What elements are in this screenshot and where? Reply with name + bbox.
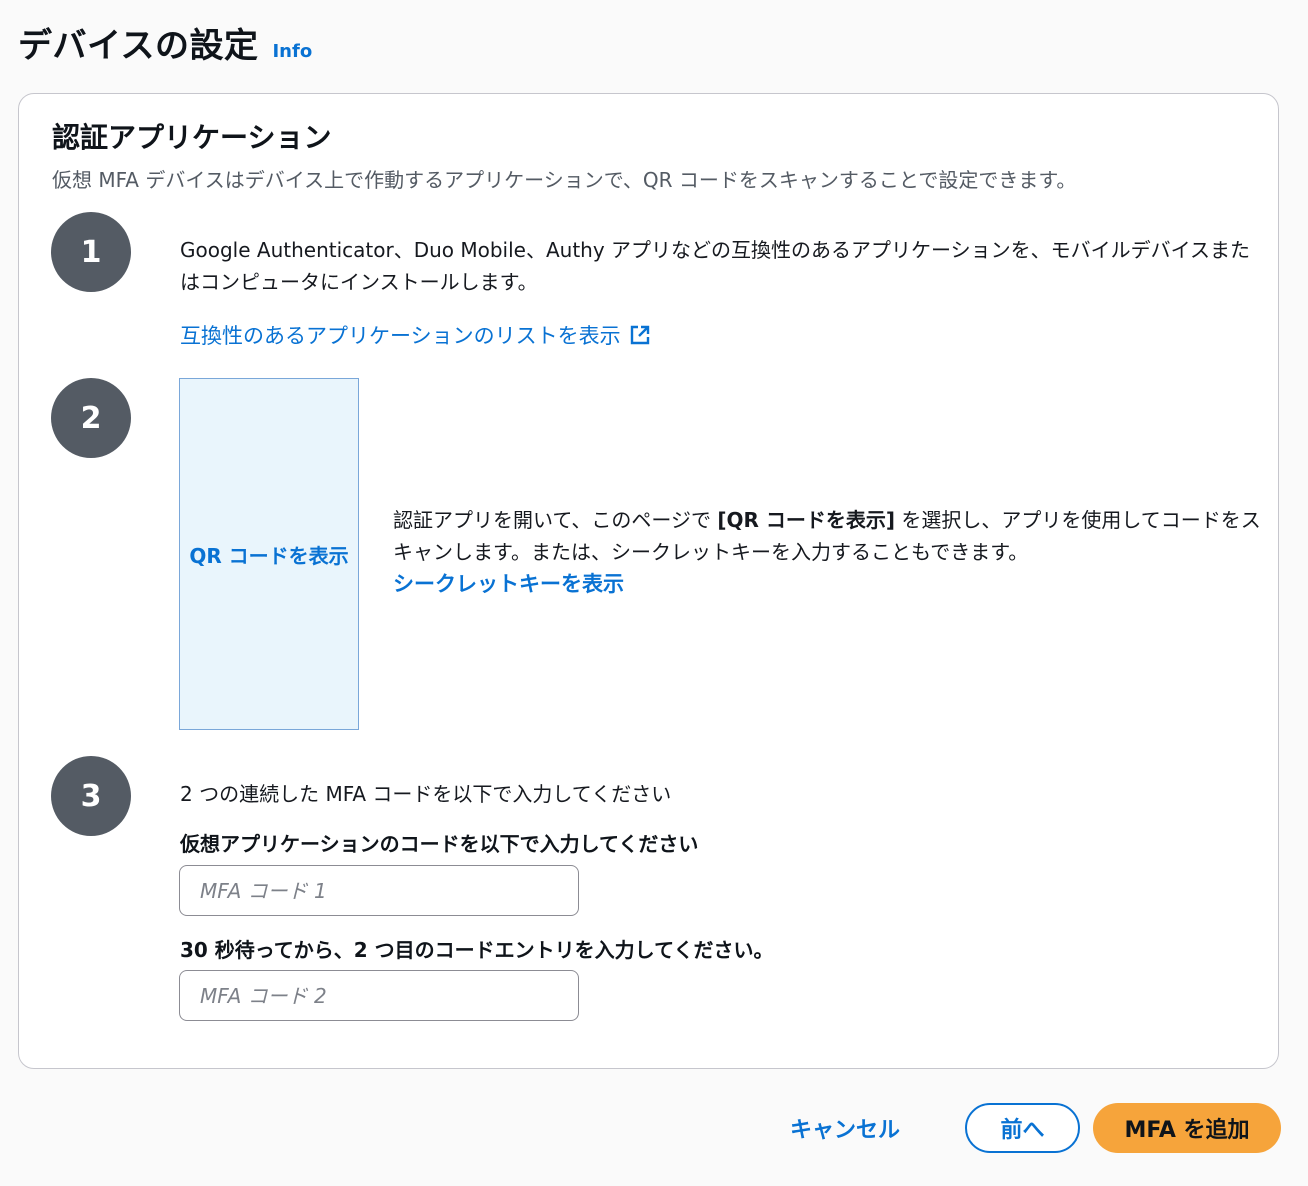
show-qr-code-button[interactable]: QR コードを表示 <box>179 378 359 730</box>
step-2-text-before: 認証アプリを開いて、このページで <box>393 508 718 532</box>
step-3-badge: 3 <box>51 756 131 836</box>
info-link[interactable]: Info <box>272 41 312 62</box>
step-1-badge: 1 <box>51 212 131 292</box>
show-qr-code-label: QR コードを表示 <box>189 543 349 568</box>
add-mfa-button[interactable]: MFA を追加 <box>1093 1103 1281 1153</box>
step-1-text: Google Authenticator、Duo Mobile、Authy アプ… <box>180 238 1251 294</box>
card-title: 認証アプリケーション <box>52 121 332 154</box>
mfa-code-2-label: 30 秒待ってから、2 つ目のコードエントリを入力してください。 <box>180 938 774 962</box>
mfa-code-2-input[interactable] <box>179 970 579 1021</box>
card-description: 仮想 MFA デバイスはデバイス上で作動するアプリケーションで、QR コードをス… <box>52 168 1077 192</box>
mfa-code-1-input[interactable] <box>179 865 579 916</box>
external-link-icon <box>630 325 649 345</box>
step-2-text-bold: [QR コードを表示] <box>717 508 896 532</box>
step-2-badge: 2 <box>51 378 131 458</box>
show-secret-key-link[interactable]: シークレットキーを表示 <box>393 568 624 598</box>
authenticator-app-card: 認証アプリケーション 仮想 MFA デバイスはデバイス上で作動するアプリケーショ… <box>18 93 1279 1069</box>
page-title: デバイスの設定 <box>18 26 259 66</box>
compatible-apps-link-label: 互換性のあるアプリケーションのリストを表示 <box>180 324 621 348</box>
step-2-text: 認証アプリを開いて、このページで [QR コードを表示] を選択し、アプリを使用… <box>393 504 1263 568</box>
compatible-apps-link[interactable]: 互換性のあるアプリケーションのリストを表示 <box>180 320 651 350</box>
step-3-intro: 2 つの連続した MFA コードを以下で入力してください <box>180 782 672 806</box>
cancel-button[interactable]: キャンセル <box>790 1106 900 1150</box>
page-header: デバイスの設定 Info <box>18 18 312 67</box>
mfa-code-1-label: 仮想アプリケーションのコードを以下で入力してください <box>180 832 699 856</box>
back-button[interactable]: 前へ <box>965 1103 1080 1153</box>
